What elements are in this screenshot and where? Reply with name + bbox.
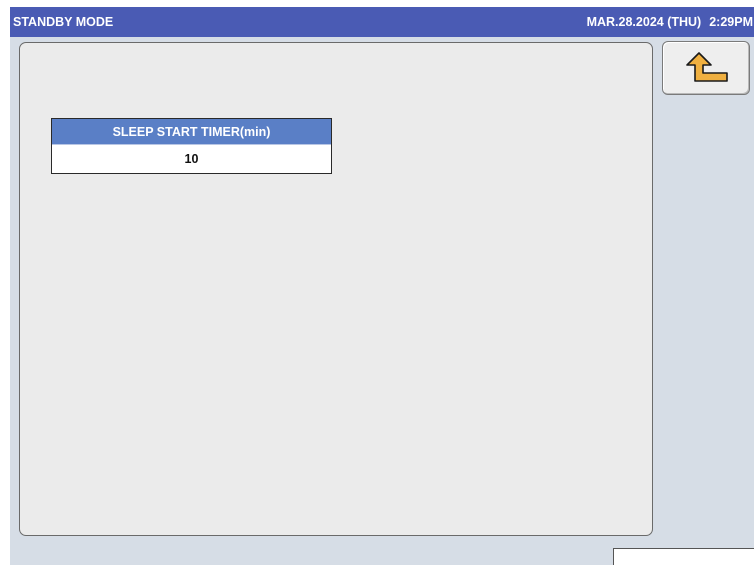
datetime-display: MAR.28.2024 (THU) 2:29PM <box>587 15 753 29</box>
status-box <box>613 548 754 565</box>
date-text: MAR.28.2024 (THU) <box>586 15 702 29</box>
settings-panel: SLEEP START TIMER(min) 10 <box>19 42 653 536</box>
standby-mode-screen: STANDBY MODE MAR.28.2024 (THU) 2:29PM SLE… <box>10 7 754 565</box>
screen-title: STANDBY MODE <box>13 15 114 29</box>
back-button[interactable] <box>662 41 750 95</box>
time-text: 2:29PM <box>709 15 753 29</box>
sleep-start-timer-label: SLEEP START TIMER(min) <box>52 119 331 145</box>
sleep-start-timer-value[interactable]: 10 <box>52 145 331 173</box>
sleep-start-timer-field[interactable]: SLEEP START TIMER(min) 10 <box>51 118 332 174</box>
return-arrow-icon <box>686 52 728 82</box>
title-bar: STANDBY MODE MAR.28.2024 (THU) 2:29PM <box>10 7 754 37</box>
